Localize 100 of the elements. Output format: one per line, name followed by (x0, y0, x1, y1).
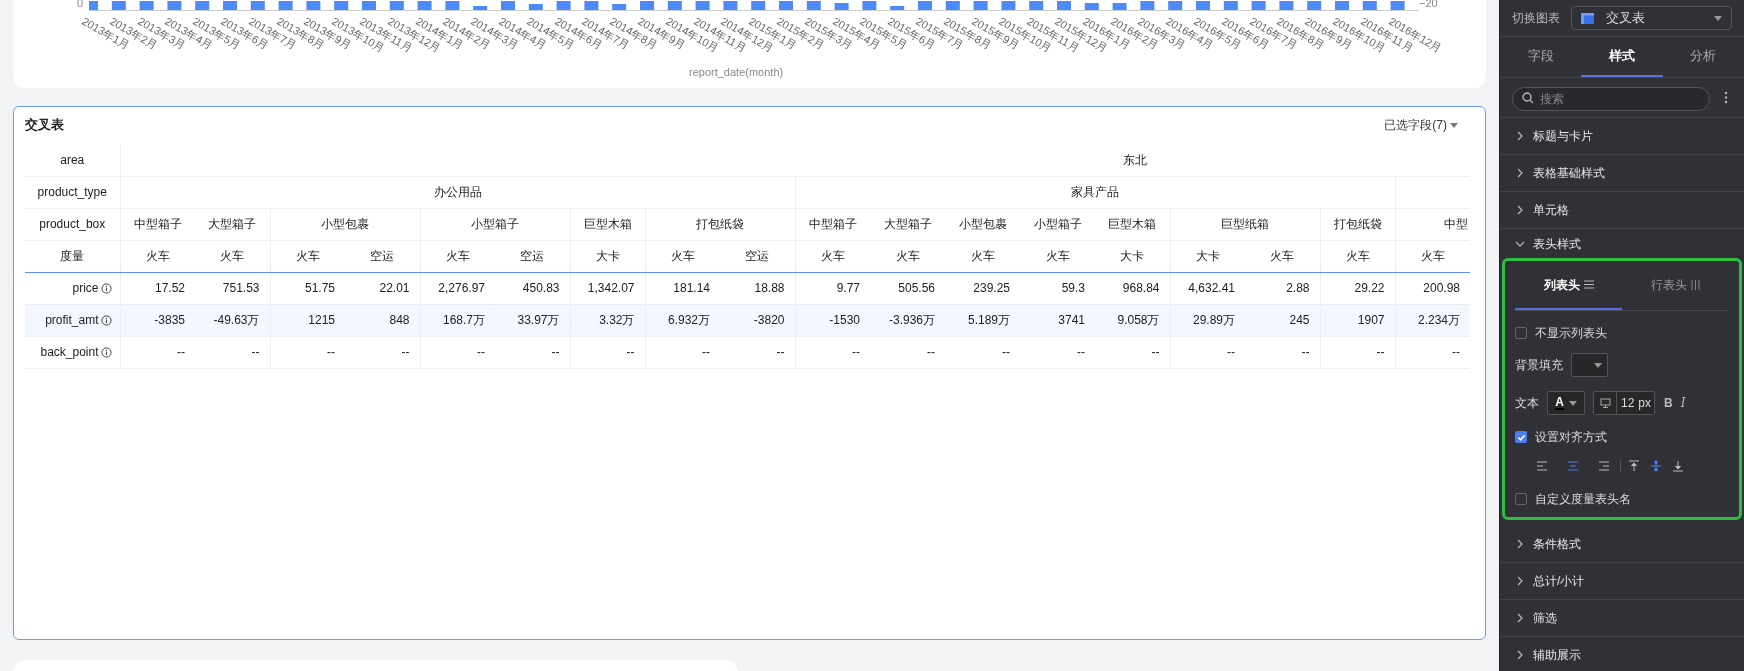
value-cell: 22.01 (345, 272, 420, 304)
checkbox[interactable] (1515, 327, 1527, 339)
info-icon[interactable] (100, 282, 112, 294)
chevron-right-icon (1516, 613, 1524, 623)
value-cell: 17.52 (120, 272, 195, 304)
value-cell: -- (420, 336, 495, 368)
selected-fields-dropdown[interactable]: 已选字段(7) (1384, 116, 1458, 134)
section-header[interactable]: 标题与卡片 (1500, 118, 1744, 155)
column-header-cell: 办公用品 (120, 176, 795, 208)
column-header-cell: 火车 (1245, 240, 1320, 272)
info-icon[interactable] (100, 314, 112, 326)
row-header-cell: product_type (25, 176, 120, 208)
value-cell: 59.3 (1020, 272, 1095, 304)
value-cell: -- (645, 336, 720, 368)
align-middle-icon[interactable] (1649, 459, 1663, 473)
align-right-icon[interactable] (1597, 459, 1611, 473)
caret-icon (1714, 15, 1722, 21)
measure-name: back_point (40, 344, 99, 361)
column-header-cell: 火车 (120, 240, 195, 272)
column-header-cell: 空运 (720, 240, 795, 272)
section-header[interactable]: 辅助展示 (1500, 637, 1744, 671)
axis-title: report_date(month) (689, 65, 784, 80)
panel-tab[interactable]: 样式 (1581, 37, 1663, 77)
column-header-cell: 巨型木箱 (570, 208, 645, 240)
value-cell: 751.53 (195, 272, 270, 304)
field-label: 背景填充 (1515, 357, 1563, 374)
field-label: 文本 (1515, 395, 1539, 412)
align-left-icon[interactable] (1535, 459, 1549, 473)
chart-type-select[interactable]: 交叉表 (1571, 6, 1732, 30)
search-field[interactable]: 搜索 (1512, 86, 1710, 111)
info-icon[interactable] (100, 346, 112, 358)
section-header[interactable]: 表头样式 (1500, 229, 1744, 258)
bold-button[interactable]: B (1664, 394, 1673, 412)
value-cell: -- (570, 336, 645, 368)
measure-name: profit_amt (45, 312, 99, 329)
section-header[interactable]: 表格基础样式 (1500, 155, 1744, 192)
value-cell: -- (720, 336, 795, 368)
column-header-cell: 大型箱子 (870, 208, 945, 240)
column-header-cell: 小型箱子 (420, 208, 570, 240)
column-header-cell: 火车 (795, 240, 870, 272)
caret-icon (1450, 122, 1458, 128)
value-cell: -- (1245, 336, 1320, 368)
column-header-cell: 中型箱子 (120, 208, 195, 240)
value-cell: 29.22 (1320, 272, 1395, 304)
checkbox[interactable] (1515, 431, 1527, 443)
column-header-cell: 空运 (495, 240, 570, 272)
row-header-cell: area (25, 144, 120, 176)
search-icon (1522, 91, 1534, 104)
value-cell: -49.63万 (195, 304, 270, 336)
value-cell: -3820 (720, 304, 795, 336)
section-header[interactable]: 筛选 (1500, 600, 1744, 637)
section-header[interactable]: 总计/小计 (1500, 563, 1744, 600)
column-header-cell: 小型箱子 (1020, 208, 1095, 240)
chevron-right-icon (1516, 539, 1524, 549)
value-cell: 6.932万 (645, 304, 720, 336)
column-header-cell: 小型包裹 (270, 208, 420, 240)
value-cell: 2.88 (1245, 272, 1320, 304)
font-size-value: 12 (1620, 395, 1636, 412)
italic-button[interactable]: I (1680, 394, 1686, 412)
value-cell: 968.84 (1095, 272, 1170, 304)
axis-tick-label: −20 (1419, 0, 1438, 11)
header-tab[interactable]: 行表头 (1622, 261, 1729, 310)
column-header-cell: 大型箱子 (195, 208, 270, 240)
value-cell: 9.77 (795, 272, 870, 304)
header-tab[interactable]: 列表头 (1515, 261, 1622, 310)
color-picker[interactable] (1571, 353, 1608, 377)
panel-tab[interactable]: 字段 (1500, 37, 1582, 77)
column-header-cell: 小型包裹 (945, 208, 1020, 240)
checkbox[interactable] (1515, 493, 1527, 505)
card-title: 交叉表 (25, 116, 64, 135)
value-cell: 168.7万 (420, 304, 495, 336)
align-top-icon[interactable] (1627, 459, 1641, 473)
column-header-cell: 家具产品 (795, 176, 1395, 208)
more-icon[interactable] (1724, 91, 1728, 104)
column-header-cell: 打包纸袋 (1320, 208, 1395, 240)
column-header-cell: 大卡 (570, 240, 645, 272)
value-cell: 5.189万 (945, 304, 1020, 336)
field-label: 切换图表 (1512, 10, 1560, 27)
value-cell: 18.88 (720, 272, 795, 304)
font-size-field[interactable]: 12 px (1593, 391, 1656, 415)
value-cell: 450.83 (495, 272, 570, 304)
font-color-picker[interactable]: A (1547, 391, 1585, 415)
value-cell: 200.98 (1395, 272, 1470, 304)
column-header-cell: 火车 (945, 240, 1020, 272)
section-header[interactable]: 条件格式 (1500, 526, 1744, 563)
value-cell: -- (270, 336, 345, 368)
chevron-right-icon (1516, 576, 1524, 586)
value-cell: 1907 (1320, 304, 1395, 336)
font-size-unit: px (1638, 395, 1653, 412)
chevron-right-icon (1516, 168, 1524, 178)
value-cell: -- (120, 336, 195, 368)
value-cell: -3.936万 (870, 304, 945, 336)
section-header[interactable]: 单元格 (1500, 192, 1744, 229)
value-cell: 4,632.41 (1170, 272, 1245, 304)
value-cell: -- (345, 336, 420, 368)
panel-tab[interactable]: 分析 (1662, 37, 1744, 77)
column-header-cell: 巨型纸箱 (1170, 208, 1320, 240)
caret-icon (1568, 400, 1577, 406)
caret-icon (1594, 362, 1602, 368)
align-bottom-icon[interactable] (1671, 459, 1685, 473)
